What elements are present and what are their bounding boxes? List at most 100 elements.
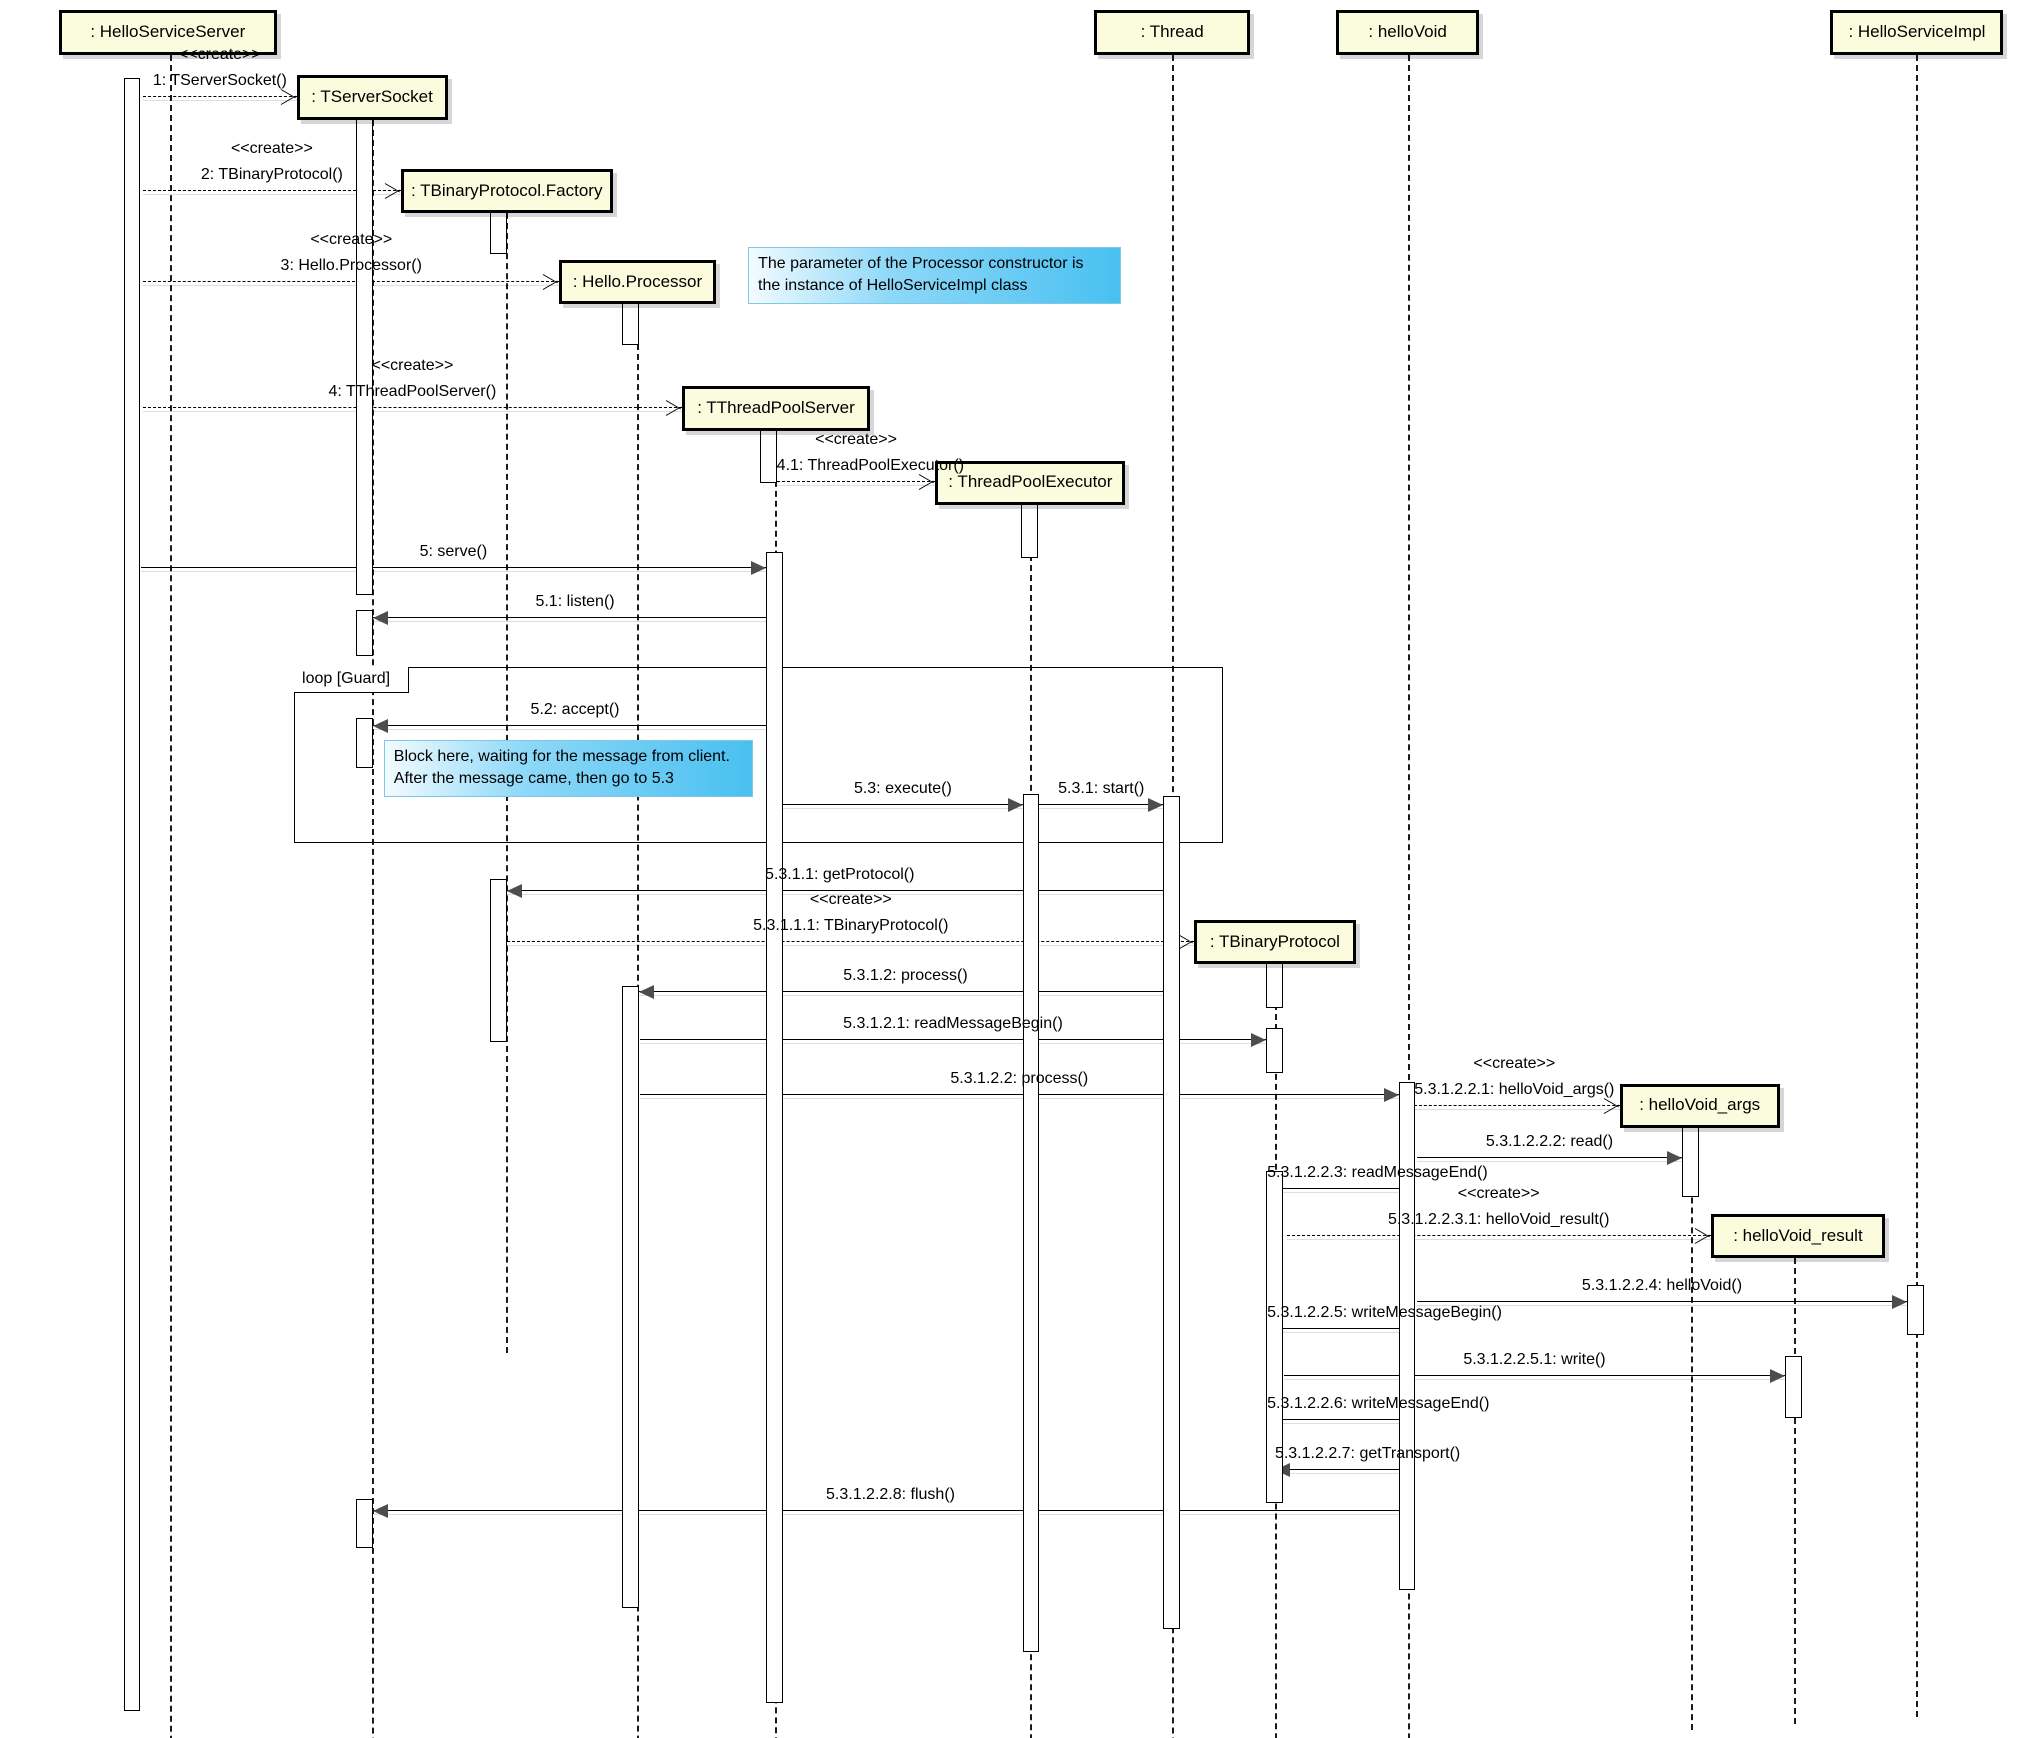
message-stereotype-m2: <<create>> (230, 139, 313, 157)
message-line-shadow (640, 1098, 1399, 1100)
message-stereotype-m5312231: <<create>> (1457, 1184, 1540, 1202)
lifeline-head-factory[interactable]: : TBinaryProtocol.Factory (400, 169, 613, 214)
message-stereotype-m3: <<create>> (310, 231, 393, 248)
message-label-m4: 4: TThreadPoolServer() (328, 383, 497, 401)
lifeline-head-protocol[interactable]: : TBinaryProtocol (1194, 919, 1356, 964)
fragment-operator-label: loop [Guard] (294, 666, 410, 694)
message-stereotype-m53111: <<create>> (809, 890, 892, 908)
arrow-filled-head-icon (1007, 797, 1023, 812)
lifeline-stem-impl (1916, 54, 1919, 1718)
message-line-m531224[interactable] (1416, 1294, 1908, 1309)
message-stereotype-m4: <<create>> (371, 357, 454, 375)
arrow-filled-head-icon (1769, 1369, 1785, 1384)
executor-activation (1021, 499, 1039, 559)
message-line-shadow (776, 485, 936, 487)
message-line-m531[interactable] (1039, 797, 1164, 812)
arrow-filled-head-icon (751, 561, 767, 576)
lifeline-label: : HelloServiceServer (90, 22, 246, 42)
message-line-m531228[interactable] (373, 1504, 1408, 1519)
message-label-m531223: 5.3.1.2.2.3: readMessageEnd() (1267, 1163, 1488, 1181)
message-line-m5312231[interactable] (1286, 1234, 1711, 1240)
message-line-m5312[interactable] (638, 985, 1173, 1000)
message-label-m1: 1: TServerSocket() (152, 72, 287, 90)
arrow-open-head-icon (919, 473, 935, 491)
lifeline-stem-server (170, 54, 173, 1738)
arrow-filled-head-icon (1250, 1033, 1266, 1048)
message-label-m2: 2: TBinaryProtocol() (200, 165, 343, 183)
tps-activation-1 (759, 424, 777, 483)
message-label-m51: 5.1: listen() (535, 592, 615, 610)
arrow-filled-head-icon (1383, 1088, 1399, 1103)
message-line-m3[interactable] (143, 281, 560, 286)
message-line-shadow (143, 100, 297, 102)
message-label-m531222: 5.3.1.2.2.2: read() (1485, 1132, 1614, 1150)
lifeline-head-args[interactable]: : helloVoid_args (1619, 1083, 1780, 1128)
message-line-m531226[interactable] (1267, 1413, 1408, 1428)
factory-activation-2 (490, 879, 508, 1043)
message-line-shadow (143, 411, 682, 413)
message-label-m53122: 5.3.1.2.2: process() (950, 1070, 1089, 1088)
message-line-shadow (507, 944, 1195, 946)
message-label-m53: 5.3: execute() (853, 779, 952, 797)
message-line-m53[interactable] (783, 797, 1023, 812)
processor-activation-2 (621, 986, 639, 1608)
message-line-shadow (1267, 1332, 1408, 1334)
lifeline-label: : helloVoid_result (1733, 1225, 1863, 1245)
lifeline-head-tps[interactable]: : TThreadPoolServer (681, 386, 871, 431)
message-label-m531227: 5.3.1.2.2.7: getTransport() (1274, 1444, 1461, 1462)
message-line-m53122[interactable] (640, 1088, 1399, 1103)
message-line-m531221[interactable] (1408, 1104, 1620, 1110)
lifeline-head-socket[interactable]: : TServerSocket (296, 75, 448, 120)
arrow-filled-head-icon (1148, 797, 1164, 812)
message-line-shadow (1408, 1108, 1620, 1110)
lifeline-head-thread[interactable]: : Thread (1094, 10, 1251, 55)
message-line-shadow (140, 571, 767, 573)
arrow-open-head-icon (1178, 933, 1194, 951)
message-line-m531222[interactable] (1416, 1150, 1683, 1165)
message-line-m52[interactable] (373, 718, 777, 733)
arrow-open-head-icon (281, 88, 297, 106)
lifeline-head-impl[interactable]: : HelloServiceImpl (1830, 10, 2004, 55)
lifeline-stem-result (1794, 1258, 1797, 1724)
message-line-m53111[interactable] (507, 940, 1195, 946)
lifeline-head-hellovoid[interactable]: : helloVoid (1336, 10, 1480, 55)
message-label-m53111: 5.3.1.1.1: TBinaryProtocol() (753, 916, 949, 934)
lifeline-head-result[interactable]: : helloVoid_result (1710, 1213, 1886, 1259)
message-label-m5: 5: serve() (419, 543, 488, 561)
tps-activation-2 (766, 551, 784, 1703)
message-line-m5[interactable] (140, 561, 767, 576)
message-label-m5312: 5.3.1.2: process() (843, 967, 968, 985)
message-line-shadow (1267, 1423, 1408, 1425)
message-line-m51[interactable] (373, 610, 777, 625)
message-line-shadow (1416, 1160, 1683, 1162)
lifeline-label: : ThreadPoolExecutor (948, 472, 1113, 492)
arrow-filled-head-icon (373, 610, 389, 625)
message-line-m41[interactable] (776, 481, 936, 487)
message-line-m1[interactable] (143, 96, 297, 102)
message-line-shadow (1274, 1472, 1408, 1474)
protocol-activation-2 (1265, 1027, 1283, 1074)
message-line-m5312251[interactable] (1284, 1369, 1785, 1384)
lifeline-label: : HelloServiceImpl (1848, 22, 1986, 42)
arrow-filled-head-icon (1892, 1294, 1908, 1309)
arrow-open-head-icon (1604, 1097, 1620, 1115)
message-line-shadow (1039, 807, 1164, 809)
lifeline-label: : helloVoid_args (1639, 1095, 1761, 1115)
impl-activation (1907, 1285, 1925, 1335)
arrow-filled-head-icon (373, 1504, 389, 1519)
socket-activation-1 (356, 113, 374, 595)
arrow-open-head-icon (666, 399, 682, 417)
arrow-open-head-icon (543, 273, 559, 291)
message-label-m5312251: 5.3.1.2.2.5.1: write() (1463, 1351, 1606, 1369)
message-label-m53121: 5.3.1.2.1: readMessageBegin() (843, 1015, 1063, 1033)
message-label-m41: 4.1: ThreadPoolExecutor() (776, 457, 965, 475)
lifeline-head-processor[interactable]: : Hello.Processor (559, 260, 716, 305)
message-line-m531225[interactable] (1267, 1322, 1408, 1337)
message-line-m531227[interactable] (1274, 1462, 1408, 1477)
message-line-m4[interactable] (143, 407, 682, 413)
note-block: Block here, waiting for the message from… (383, 740, 754, 798)
arrow-filled-head-icon (638, 985, 654, 1000)
arrow-filled-head-icon (373, 718, 389, 733)
message-label-m531225: 5.3.1.2.2.5: writeMessageBegin() (1267, 1304, 1502, 1322)
socket-activation-4 (356, 1498, 374, 1549)
